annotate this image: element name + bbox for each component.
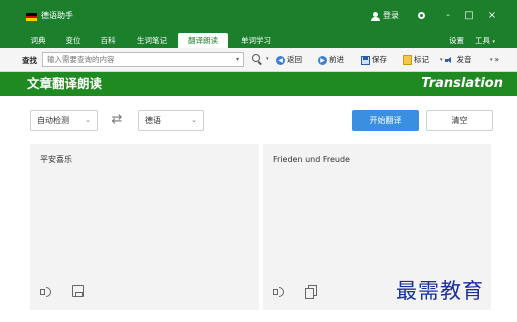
save-label: 保存	[372, 55, 387, 64]
forward-arrow-icon: ▶	[318, 55, 327, 65]
source-text-pane[interactable]: 平安喜乐	[30, 144, 259, 310]
app-title: 德语助手	[41, 11, 73, 20]
back-arrow-icon: ◀	[276, 55, 285, 65]
tools-menu-label: 工具	[475, 36, 490, 45]
floppy-disk-icon	[361, 55, 370, 65]
tab-translate-read[interactable]: 翻译朗读	[178, 33, 228, 48]
title-bar: 德语助手 登录 - □ ×	[0, 0, 517, 32]
chevron-down-icon: ▾	[492, 39, 495, 45]
tab-dictionary[interactable]: 词典	[24, 33, 52, 48]
bookmark-button[interactable]: 标记	[403, 53, 429, 67]
tab-bar: 词典 变位 百科 生词笔记 翻译朗读 单词学习 设置 工具 ▾	[0, 32, 517, 48]
more-label: »	[494, 55, 500, 64]
forward-button[interactable]: ▶ 前进	[318, 53, 344, 67]
back-button[interactable]: ◀ 返回	[276, 53, 302, 67]
chevron-down-icon[interactable]: ▾	[266, 56, 269, 62]
copy-icon[interactable]	[305, 285, 317, 299]
forward-label: 前进	[329, 55, 344, 64]
search-input[interactable]	[42, 52, 244, 67]
swap-languages-icon[interactable]: ⇄	[109, 111, 125, 129]
chevron-down-icon: ⌄	[85, 116, 91, 124]
note-icon	[403, 55, 412, 65]
login-label: 登录	[383, 11, 399, 20]
target-language-select[interactable]: 德语 ⌄	[138, 110, 204, 131]
search-label: 查找	[22, 56, 37, 65]
page-title-english: Translation	[421, 76, 503, 91]
bookmark-label: 标记	[414, 55, 429, 64]
tools-menu[interactable]: 工具 ▾	[475, 33, 495, 48]
maximize-button[interactable]: □	[461, 8, 477, 24]
section-header: 文章翻译朗读 Translation	[0, 72, 517, 96]
settings-menu[interactable]: 设置	[449, 33, 464, 48]
chevron-down-icon: ▾	[490, 57, 493, 63]
save-button[interactable]: 保存	[361, 53, 387, 67]
search-toolbar: 查找 ▾ ▾ ◀ 返回 ▶ 前进 保存 标记 ▾ 发音 ▾ »	[0, 48, 517, 72]
tab-encyclopedia[interactable]: 百科	[94, 33, 122, 48]
source-language-value: 自动检测	[37, 116, 69, 125]
start-translate-button[interactable]: 开始翻译	[352, 110, 419, 131]
tab-vocab-notes[interactable]: 生词笔记	[130, 33, 174, 48]
tab-conjugation[interactable]: 变位	[58, 33, 88, 48]
clear-button[interactable]: 清空	[426, 110, 493, 131]
chevron-down-icon: ⌄	[191, 116, 197, 124]
pronounce-button[interactable]: ▾ 发音	[440, 53, 472, 67]
chevron-down-icon: ▾	[440, 57, 443, 63]
tab-word-learning[interactable]: 单词学习	[234, 33, 278, 48]
source-language-select[interactable]: 自动检测 ⌄	[30, 110, 98, 131]
target-language-value: 德语	[145, 116, 161, 125]
translated-text[interactable]: Frieden und Freude	[273, 154, 350, 166]
more-tools-button[interactable]: ▾ »	[490, 53, 499, 67]
speaker-icon[interactable]	[40, 285, 52, 297]
pronounce-label: 发音	[456, 55, 472, 64]
save-icon[interactable]	[72, 285, 84, 297]
search-history-dropdown-icon[interactable]: ▾	[236, 56, 239, 63]
watermark: 最需教育	[396, 279, 484, 303]
minimize-button[interactable]: -	[440, 8, 456, 24]
speaker-icon	[444, 56, 455, 65]
search-icon[interactable]	[252, 54, 262, 64]
speaker-icon[interactable]	[273, 285, 285, 297]
main-menu-icon[interactable]	[413, 8, 429, 24]
close-button[interactable]: ×	[484, 8, 500, 24]
german-flag-icon	[26, 13, 37, 21]
back-label: 返回	[287, 55, 302, 64]
user-icon	[371, 11, 380, 21]
login-button[interactable]: 登录	[371, 11, 399, 21]
source-text[interactable]: 平安喜乐	[40, 154, 72, 166]
page-title: 文章翻译朗读	[27, 76, 103, 91]
